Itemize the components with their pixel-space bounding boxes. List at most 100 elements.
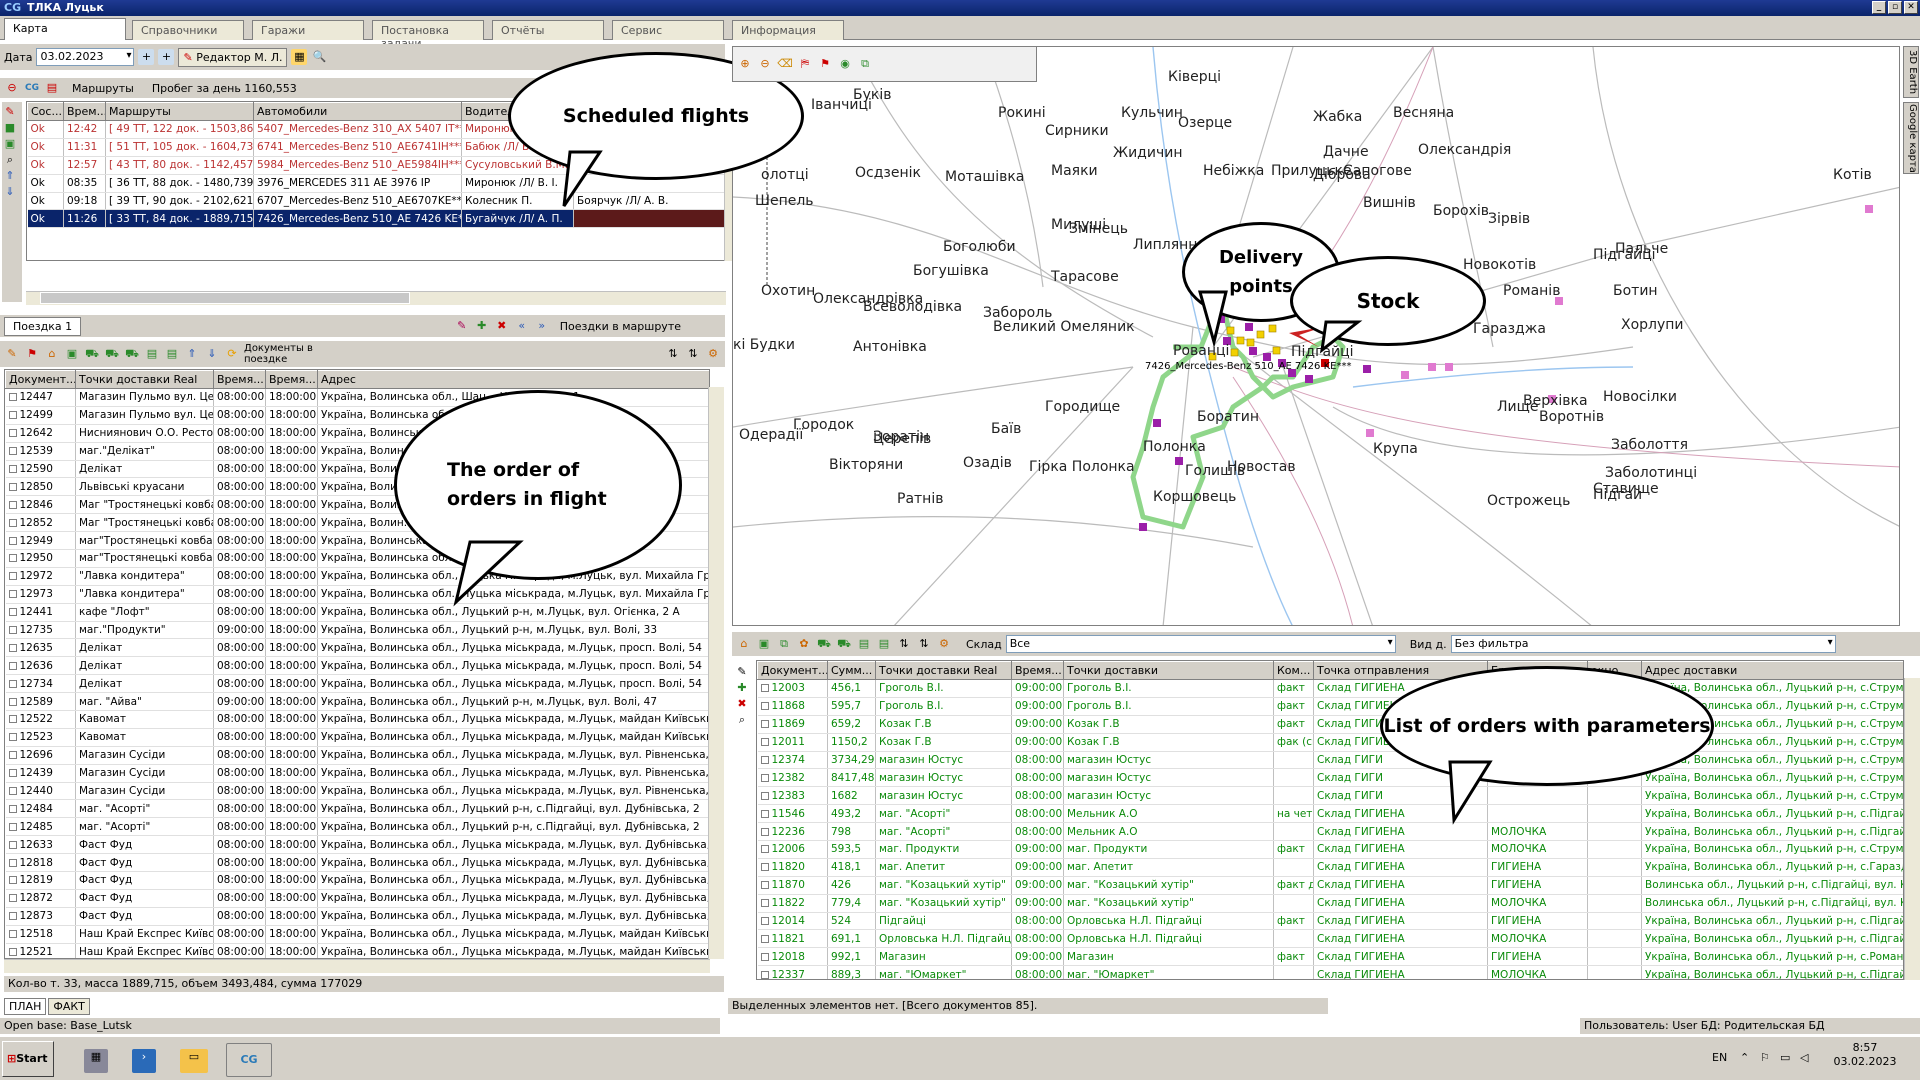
folder-icon[interactable]: ▭ — [180, 1049, 208, 1073]
order-list-row[interactable]: 12337 889,3 маг. "Юмаркет" 08:00:00 маг. "Юм… — [757, 965, 1903, 979]
map-view[interactable]: Рокині Ківерці Іванчиці Буків Кульчин Озерце Ж… — [732, 46, 1900, 626]
trip-order-row[interactable]: 12485 маг. "Асорті" 08:00:00 18:00:00 Україн… — [5, 817, 709, 837]
down-icon[interactable]: ⇓ — [2, 184, 18, 200]
col-time[interactable]: Врем... — [63, 102, 106, 121]
row-checkbox[interactable] — [8, 393, 17, 402]
export-icon[interactable]: ▤ — [144, 346, 160, 362]
row-checkbox[interactable] — [8, 590, 17, 599]
order-list-row[interactable]: 12382 8417,48 магазин Юстус 08:00:00 магазин… — [757, 768, 1903, 788]
3d-earth-button[interactable]: 3D Earth — [1903, 46, 1919, 98]
row-checkbox[interactable] — [8, 554, 17, 563]
ol-edit-icon[interactable]: ✎ — [734, 664, 750, 680]
row-checkbox[interactable] — [8, 447, 17, 456]
trip-order-row[interactable]: 12819 Фаст Фуд 08:00:00 18:00:00 Україна, Во… — [5, 871, 709, 890]
row-checkbox[interactable] — [8, 858, 17, 867]
row-checkbox[interactable] — [8, 626, 17, 635]
powershell-icon[interactable]: › — [132, 1049, 156, 1073]
close-button[interactable]: ✕ — [1904, 1, 1918, 14]
refresh-icon[interactable]: ⟳ — [224, 346, 240, 362]
vehicle-label[interactable]: 7426_Mercedes-Benz 510_AE 7426 KE*** — [1145, 361, 1351, 372]
trip-order-row[interactable]: 12484 маг. "Асорті" 08:00:00 18:00:00 Україн… — [5, 799, 709, 819]
row-checkbox[interactable] — [8, 643, 17, 652]
add-doc-icon[interactable]: + — [138, 49, 155, 65]
tab-reports[interactable]: Отчёты — [492, 20, 604, 40]
last-trip-icon[interactable]: » — [534, 318, 550, 334]
tray-chevron-icon[interactable]: ⌃ — [1740, 1051, 1749, 1064]
ol-col-comment[interactable]: Ком... — [1273, 661, 1314, 680]
order-list-row[interactable]: 11868 595,7 Гроголь В.І. 09:00:00 Гроголь В.… — [757, 697, 1903, 716]
ol-home-icon[interactable]: ⌂ — [736, 636, 752, 652]
flights-hscroll[interactable] — [26, 291, 726, 305]
row-checkbox[interactable] — [760, 899, 769, 908]
row-checkbox[interactable] — [8, 661, 17, 670]
tab-fact[interactable]: ФАКТ — [48, 998, 90, 1015]
server-app-icon[interactable]: ▦ — [84, 1049, 108, 1073]
row-checkbox[interactable] — [8, 482, 17, 491]
order-list-row[interactable]: 11869 659,2 Козак Г.В 09:00:00 Козак Г.В факт… — [757, 715, 1903, 734]
tab-plan[interactable]: ПЛАН — [4, 998, 47, 1015]
row-checkbox[interactable] — [8, 930, 17, 939]
trip-flag-icon[interactable]: ⚑ — [24, 346, 40, 362]
tray-flag-icon[interactable]: ⚐ — [1760, 1051, 1770, 1064]
trip-order-row[interactable]: 12635 Делікат 08:00:00 18:00:00 Україна, Вол… — [5, 638, 709, 658]
row-checkbox[interactable] — [8, 912, 17, 921]
trip-order-row[interactable]: 12972 "Лавка кондитера" 08:00:00 18:00:00 Ук… — [5, 567, 709, 586]
row-checkbox[interactable] — [8, 876, 17, 885]
row-checkbox[interactable] — [760, 684, 769, 693]
row-checkbox[interactable] — [8, 804, 17, 813]
type-select[interactable]: Без фильтра — [1450, 635, 1836, 653]
map-zoom-icon[interactable]: ⊕ — [737, 56, 753, 72]
orders-vscroll[interactable] — [708, 387, 724, 959]
move-up-icon[interactable]: ⇑ — [184, 346, 200, 362]
col-time-from[interactable]: Время... — [213, 370, 266, 389]
cg-icon[interactable]: CG — [24, 80, 40, 96]
grid-icon[interactable]: ▦ — [291, 49, 308, 65]
start-button[interactable]: ⊞Start — [2, 1041, 54, 1077]
row-checkbox[interactable] — [760, 702, 769, 711]
row-checkbox[interactable] — [8, 894, 17, 903]
ol-find-icon[interactable]: ⌕ — [734, 712, 750, 728]
eraser-icon[interactable]: ⌫ — [777, 56, 793, 72]
tab-trip-1[interactable]: Поездка 1 — [4, 316, 82, 336]
row-checkbox[interactable] — [760, 720, 769, 729]
order-list-row[interactable]: 11546 493,2 маг. "Асорті" 08:00:00 Мельник А… — [757, 804, 1903, 824]
ol-new-icon[interactable]: ✚ — [734, 680, 750, 696]
row-checkbox[interactable] — [760, 934, 769, 943]
row-checkbox[interactable] — [760, 827, 769, 836]
delete-route-icon[interactable]: ⊖ — [4, 80, 20, 96]
tab-task-setup[interactable]: Постановка задачи — [372, 20, 484, 50]
row-checkbox[interactable] — [8, 465, 17, 473]
trip-order-row[interactable]: 12873 Фаст Фуд 08:00:00 18:00:00 Україна, Во… — [5, 907, 709, 926]
move-down-icon[interactable]: ⇓ — [204, 346, 220, 362]
trip-order-row[interactable]: 12523 Кавомат 08:00:00 18:00:00 Україна, Вол… — [5, 728, 709, 747]
trip-order-row[interactable]: 12522 Кавомат 08:00:00 18:00:00 Україна, Вол… — [5, 710, 709, 729]
order-list-row[interactable]: 12003 456,1 Гроголь В.І. 09:00:00 Гроголь В.… — [757, 679, 1903, 698]
map-marker-icon[interactable]: ⛿ — [797, 56, 813, 72]
trip-edit-icon[interactable]: ✎ — [454, 318, 470, 334]
orders-hscroll[interactable] — [4, 959, 710, 973]
col-delivery-point-real[interactable]: Точки доставки Real — [75, 370, 214, 389]
order-list-row[interactable]: 11870 426 маг. "Козацький хутір" 09:00:00 ма… — [757, 876, 1903, 895]
maximize-button[interactable]: ▫ — [1888, 1, 1902, 14]
trip-order-row[interactable]: 12735 маг."Продукти" 09:00:00 18:00:00 Украї… — [5, 621, 709, 640]
tab-service[interactable]: Сервис — [612, 20, 724, 40]
sort-icon[interactable]: ⇅ — [665, 346, 681, 362]
order-list-row[interactable]: 12014 524 Підгайці 08:00:00 Орловська Н.Л. П… — [757, 912, 1903, 931]
sort2-icon[interactable]: ⇅ — [685, 346, 701, 362]
ol-truck-icon[interactable]: ⛟ — [816, 636, 832, 652]
truck2-icon[interactable]: ⛟ — [104, 346, 120, 362]
row-checkbox[interactable] — [760, 970, 769, 979]
tray-network-icon[interactable]: ▭ — [1780, 1051, 1790, 1064]
order-list-row[interactable]: 11820 418,1 маг. Апетит 09:00:00 маг. Апетит… — [757, 858, 1903, 877]
date-picker[interactable]: 03.02.2023 — [36, 48, 135, 66]
map-zoomout-icon[interactable]: ⊖ — [757, 56, 773, 72]
row-checkbox[interactable] — [760, 773, 769, 782]
trip-order-row[interactable]: 12872 Фаст Фуд 08:00:00 18:00:00 Україна, Во… — [5, 889, 709, 908]
col-routes[interactable]: Маршруты — [105, 102, 254, 121]
trip-order-row[interactable]: 12973 "Лавка кондитера" 08:00:00 18:00:00 Ук… — [5, 585, 709, 604]
trip-order-row[interactable]: 12734 Делікат 08:00:00 18:00:00 Україна, Вол… — [5, 674, 709, 694]
cg-app-icon[interactable]: CG — [226, 1043, 272, 1077]
editor-button[interactable]: ✎ Редактор М. Л. — [178, 47, 288, 67]
ol-delete-icon[interactable]: ✖ — [734, 696, 750, 712]
ol-add-icon[interactable]: ▣ — [756, 636, 772, 652]
